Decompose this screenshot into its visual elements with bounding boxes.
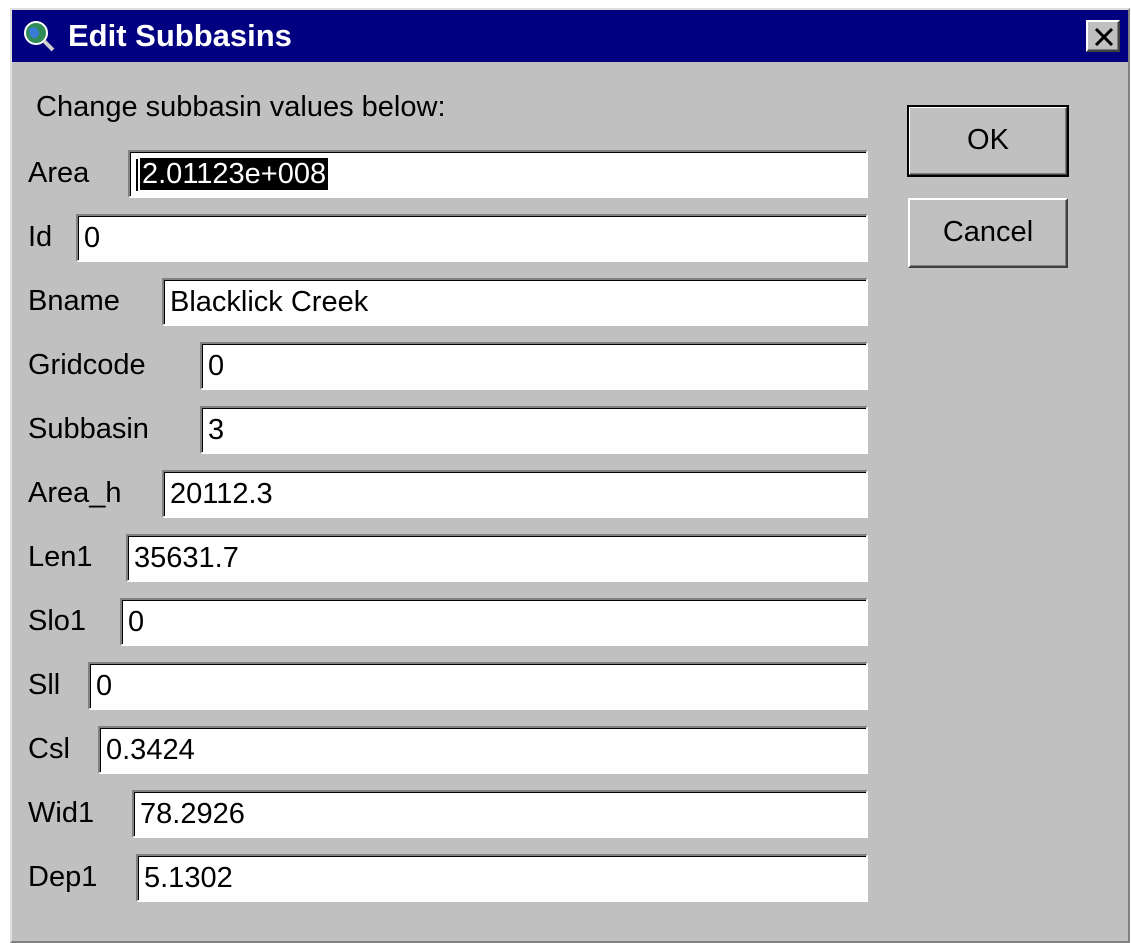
- sll-input[interactable]: 0: [88, 662, 868, 710]
- bname-input[interactable]: Blacklick Creek: [162, 278, 868, 326]
- field-label: Area_h: [28, 477, 122, 509]
- field-label: Len1: [28, 541, 93, 573]
- globe-magnifier-icon: [22, 19, 56, 53]
- field-label: Csl: [28, 733, 70, 765]
- field-label: Sll: [28, 669, 61, 701]
- field-label: Subbasin: [28, 413, 149, 445]
- ok-button[interactable]: OK: [907, 105, 1069, 177]
- slo1-input[interactable]: 0: [120, 598, 868, 646]
- field-label: Gridcode: [28, 349, 146, 381]
- field-label: Slo1: [28, 605, 87, 637]
- len1-input[interactable]: 35631.7: [126, 534, 868, 582]
- field-label: Dep1: [28, 861, 98, 893]
- wid1-input[interactable]: 78.2926: [132, 790, 868, 838]
- id-input[interactable]: 0: [76, 214, 868, 262]
- field-label: Bname: [28, 285, 120, 317]
- area-input[interactable]: 2.01123e+008: [128, 150, 868, 198]
- title-bar[interactable]: Edit Subbasins: [12, 10, 1128, 62]
- csl-input[interactable]: 0.3424: [98, 726, 868, 774]
- dep1-input[interactable]: 5.1302: [136, 854, 868, 902]
- field-label: Id: [28, 221, 53, 253]
- field-label: Wid1: [28, 797, 95, 829]
- subbasin-input[interactable]: 3: [200, 406, 868, 454]
- cancel-button[interactable]: Cancel: [908, 198, 1068, 268]
- close-button[interactable]: [1086, 20, 1120, 52]
- instruction-text: Change subbasin values below:: [36, 91, 446, 123]
- close-icon: [1094, 28, 1114, 46]
- window-title: Edit Subbasins: [68, 18, 292, 53]
- area-h-input[interactable]: 20112.3: [162, 470, 868, 518]
- field-label: Area: [28, 157, 90, 189]
- edit-subbasins-dialog: Edit Subbasins Change subbasin values be…: [10, 8, 1130, 943]
- gridcode-input[interactable]: 0: [200, 342, 868, 390]
